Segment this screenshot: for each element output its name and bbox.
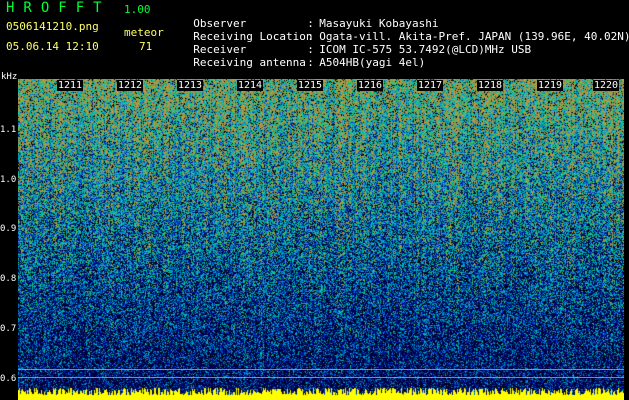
y-tick-label: 0.8 — [0, 274, 17, 284]
spectrogram-canvas — [18, 79, 624, 400]
info-value: A504HB(yagi 4el) — [319, 56, 426, 69]
reference-line — [18, 369, 624, 370]
time-tick-label: 1211 — [57, 80, 84, 91]
time-tick-label: 1214 — [237, 80, 264, 91]
time-tick-label: 1218 — [477, 80, 504, 91]
frequency-unit-label: kHz — [1, 72, 18, 82]
meteor-label: meteor — [124, 26, 164, 39]
time-tick-label: 1217 — [417, 80, 444, 91]
time-tick-label: 1213 — [177, 80, 204, 91]
reference-line — [18, 377, 624, 378]
y-tick-label: 1.1 — [0, 125, 17, 135]
time-tick-label: 1216 — [357, 80, 384, 91]
timestamp: 05.06.14 12:10 — [6, 40, 99, 53]
y-tick-label: 0.7 — [0, 324, 17, 334]
app-title: HROFFT — [6, 0, 111, 16]
time-tick-label: 1215 — [297, 80, 324, 91]
spectrogram — [18, 79, 624, 400]
time-tick-label: 1219 — [537, 80, 564, 91]
file-name: 0506141210.png — [6, 20, 99, 33]
y-tick-label: 1.0 — [0, 175, 17, 185]
time-tick-label: 1212 — [117, 80, 144, 91]
y-tick-label: 0.6 — [0, 374, 17, 384]
y-tick-label: 0.9 — [0, 224, 17, 234]
app-version: 1.00 — [124, 3, 151, 16]
info-key: Receiving antenna — [193, 56, 306, 69]
meteor-count: 71 — [139, 40, 153, 53]
time-tick-label: 1220 — [593, 80, 620, 91]
info-antenna: Receiving antenna: A504HB(yagi 4el) — [193, 56, 426, 69]
